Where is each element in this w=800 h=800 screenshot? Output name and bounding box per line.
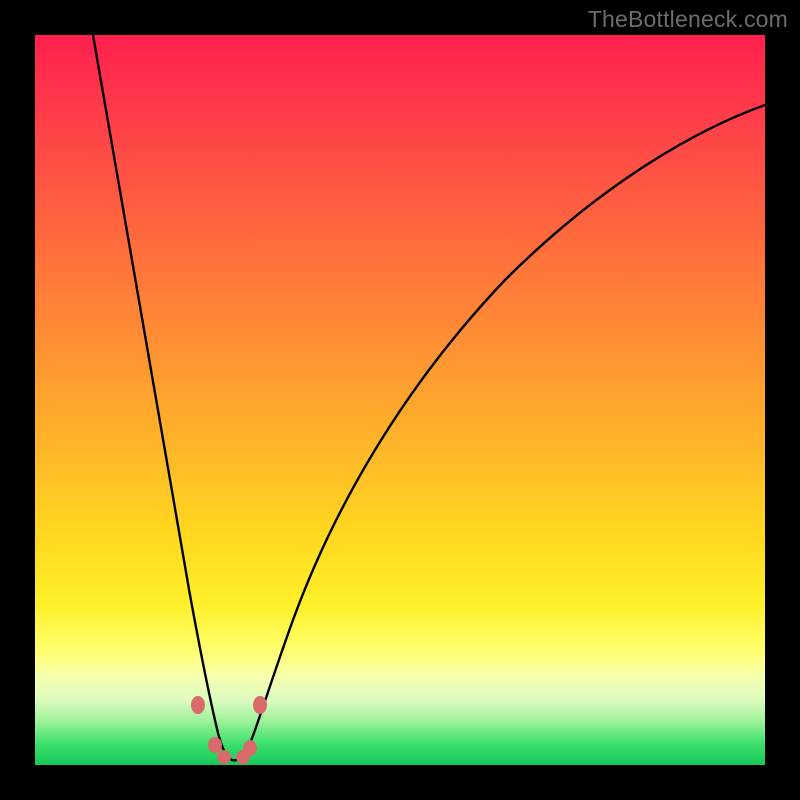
marker-dot [191,696,205,714]
watermark-text: TheBottleneck.com [588,6,788,33]
marker-dot [217,750,231,764]
marker-dot [208,737,222,753]
marker-dot [243,740,257,756]
curve-layer [35,35,765,765]
bottleneck-curve [93,35,765,760]
chart-frame: TheBottleneck.com [0,0,800,800]
plot-area [35,35,765,765]
marker-dot [253,696,267,714]
